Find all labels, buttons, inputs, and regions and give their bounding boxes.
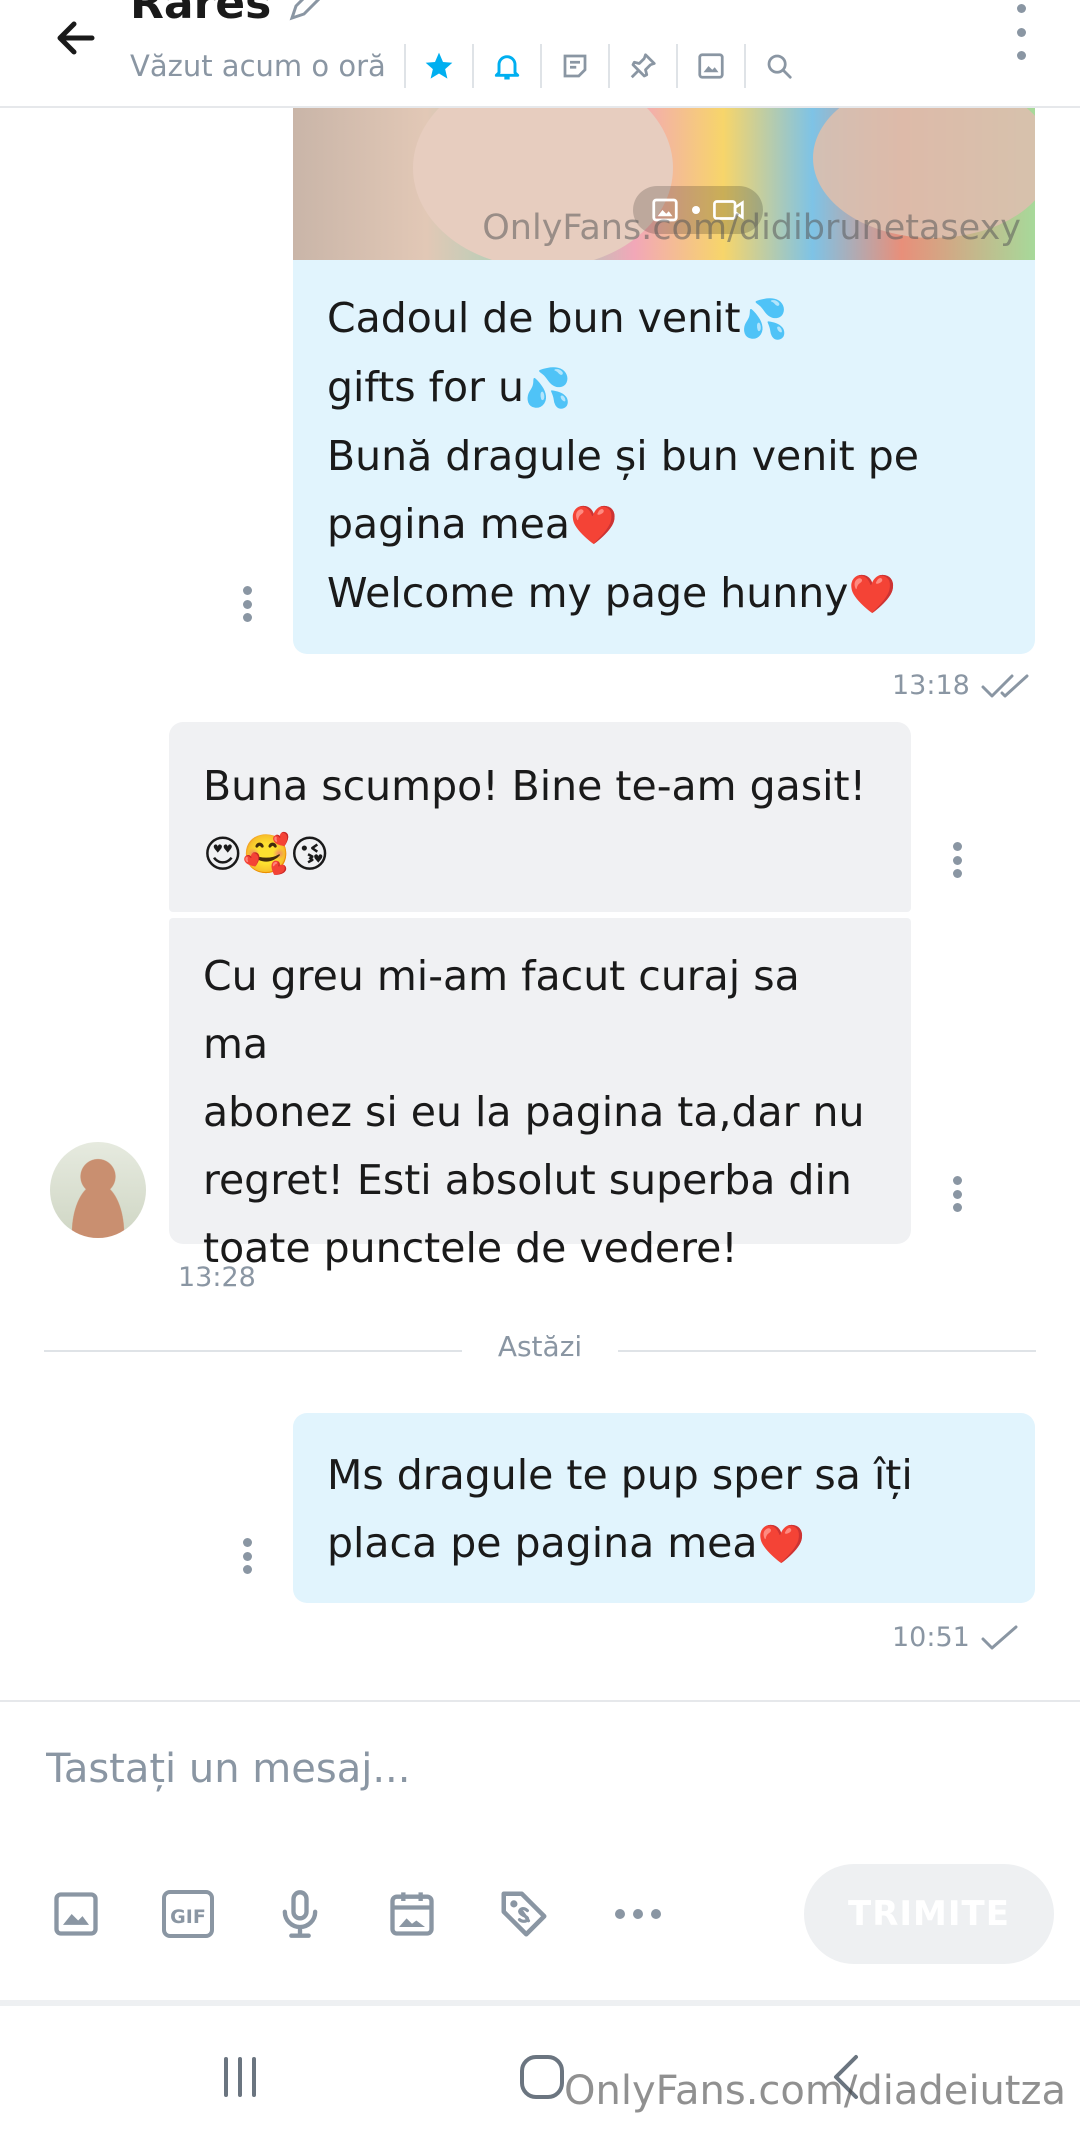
message-options-button[interactable] xyxy=(950,1176,964,1212)
emoji-line: 😍🥰😘 xyxy=(203,832,330,876)
back-arrow-icon xyxy=(57,21,95,55)
search-icon xyxy=(767,54,792,79)
message-meta: 13:28 xyxy=(178,1262,256,1293)
message-bubble-outgoing[interactable]: Cadoul de bun venit💦 gifts for u💦 Bună d… xyxy=(293,260,1035,654)
search-button[interactable] xyxy=(743,44,812,88)
message-meta: 13:18 xyxy=(892,670,1034,701)
chat-header: Rares Văzut acum o oră xyxy=(0,0,1080,108)
message-bubble-incoming[interactable]: Buna scumpo! Bine te-am gasit! 😍🥰😘 xyxy=(169,722,911,912)
price-button[interactable] xyxy=(492,1882,556,1946)
message-line: Buna scumpo! Bine te-am gasit! xyxy=(203,762,867,810)
pin-icon xyxy=(630,53,656,79)
emoji: 💦 xyxy=(524,366,572,410)
message-line: gifts for u xyxy=(327,363,524,411)
message-composer: GIF TRIMITE xyxy=(0,1700,1080,2000)
favorite-button[interactable] xyxy=(403,44,472,88)
emoji: ❤️ xyxy=(848,572,896,616)
emoji: ❤️ xyxy=(757,1522,805,1566)
recents-icon xyxy=(224,2057,256,2097)
gif-icon: GIF xyxy=(162,1890,214,1938)
message-line: pagina mea xyxy=(327,500,570,548)
message-line: abonez si eu la pagina ta,dar nu xyxy=(203,1088,865,1136)
calendar-icon xyxy=(390,1892,434,1936)
emoji: ❤️ xyxy=(570,503,618,547)
message-input[interactable] xyxy=(44,1736,1008,1802)
message-meta: 10:51 xyxy=(892,1622,1020,1653)
message-line: regret! Esti absolut superba din xyxy=(203,1156,852,1204)
message-line: Ms dragule te pup sper sa îți xyxy=(327,1451,913,1499)
image-icon xyxy=(54,1892,98,1936)
message-options-button[interactable] xyxy=(240,1538,254,1574)
gif-button[interactable]: GIF xyxy=(156,1882,220,1946)
price-tag-icon xyxy=(501,1891,547,1937)
voice-message-button[interactable] xyxy=(268,1882,332,1946)
notes-icon xyxy=(563,54,587,78)
more-options-button[interactable] xyxy=(606,1882,670,1946)
add-image-button[interactable] xyxy=(44,1882,108,1946)
home-icon xyxy=(520,2055,564,2099)
gallery-button[interactable] xyxy=(675,44,744,88)
message-line: Welcome my page hunny xyxy=(327,569,849,617)
message-options-button[interactable] xyxy=(950,842,964,878)
gif-label: GIF xyxy=(170,1906,206,1928)
contact-name[interactable]: Rares xyxy=(130,0,271,29)
message-media-image[interactable]: OnlyFans.com/didibrunetasexy xyxy=(293,108,1035,260)
pencil-icon xyxy=(289,0,321,21)
bell-icon xyxy=(494,55,519,80)
more-vertical-icon[interactable] xyxy=(1006,4,1036,60)
message-time: 13:28 xyxy=(178,1262,256,1293)
emoji: 💦 xyxy=(740,297,788,341)
send-button[interactable]: TRIMITE xyxy=(804,1864,1054,1964)
watermark: OnlyFans.com/diadeiutza xyxy=(564,2068,1066,2114)
message-options-button[interactable] xyxy=(240,586,254,622)
double-check-icon xyxy=(981,674,1029,697)
header-subrow: Văzut acum o oră xyxy=(130,44,812,88)
day-separator: Astăzi xyxy=(497,1330,583,1363)
message-line: toate punctele de vedere! xyxy=(203,1224,738,1272)
message-line: Bună dragule și bun venit pe xyxy=(327,432,919,480)
pin-button[interactable] xyxy=(607,44,676,88)
message-bubble-outgoing[interactable]: Ms dragule te pup sper sa îți placa pe p… xyxy=(293,1413,1035,1603)
message-line: Cu greu mi-am facut curaj sa ma xyxy=(203,952,800,1068)
check-icon xyxy=(981,1625,1018,1649)
notifications-button[interactable] xyxy=(471,44,540,88)
message-line: placa pe pagina mea xyxy=(327,1519,758,1567)
star-icon xyxy=(425,52,453,79)
back-button[interactable] xyxy=(44,6,108,70)
message-time: 13:18 xyxy=(892,670,970,701)
edit-name-button[interactable] xyxy=(286,0,321,28)
recents-button[interactable] xyxy=(200,2042,280,2112)
scheduled-message-button[interactable] xyxy=(380,1882,444,1946)
last-seen-status: Văzut acum o oră xyxy=(130,49,386,83)
more-horizontal-icon xyxy=(615,1909,661,1919)
message-line: Cadoul de bun venit xyxy=(327,294,741,342)
message-bubble-incoming[interactable]: Cu greu mi-am facut curaj sa ma abonez s… xyxy=(169,918,911,1272)
gallery-icon xyxy=(698,53,724,79)
microphone-icon xyxy=(282,1890,318,1938)
notes-button[interactable] xyxy=(539,44,608,88)
message-time: 10:51 xyxy=(892,1622,970,1653)
avatar[interactable] xyxy=(50,1142,146,1238)
media-watermark: OnlyFans.com/didibrunetasexy xyxy=(482,208,1021,248)
